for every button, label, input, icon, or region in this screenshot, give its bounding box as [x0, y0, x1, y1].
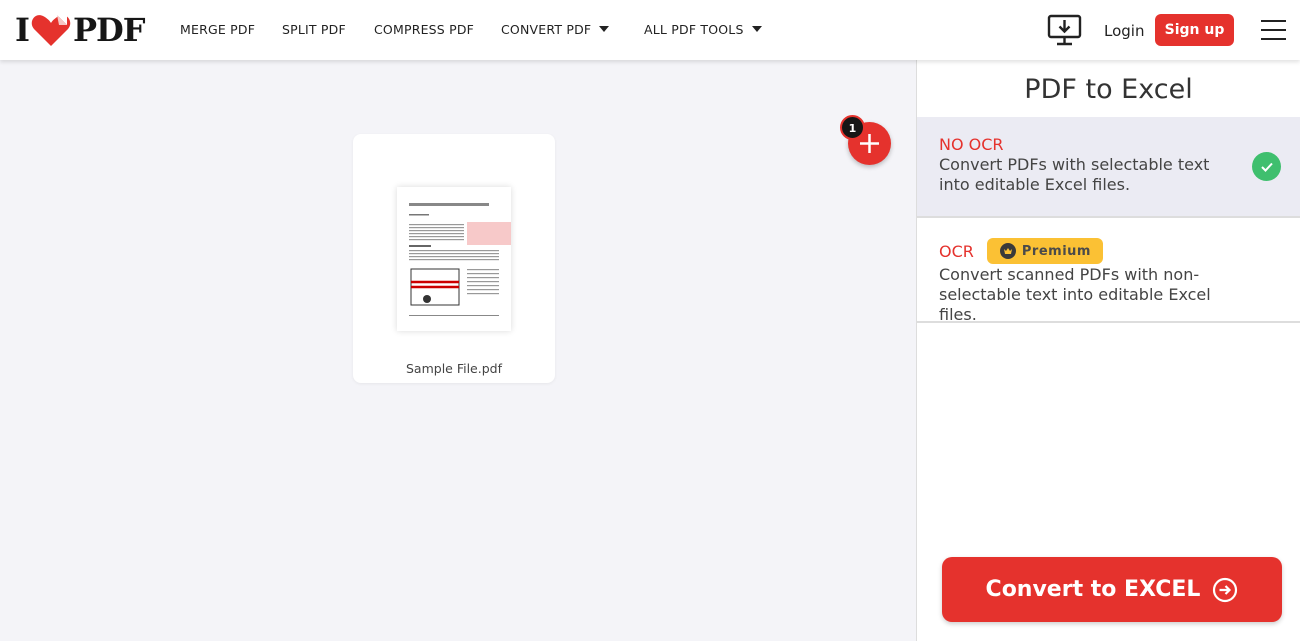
login-link[interactable]: Login [1104, 22, 1144, 40]
tool-title: PDF to Excel [1024, 74, 1193, 105]
logo-text-i: I [15, 11, 30, 49]
nav-label: CONVERT PDF [501, 22, 592, 37]
option-description: Convert scanned PDFs with non-selectable… [939, 265, 1211, 324]
header: I PDF MERGE PDF SPLIT PDF COMPRESS PDF C… [0, 0, 1300, 60]
caret-down-icon [751, 26, 762, 32]
nav-convert-pdf[interactable]: CONVERT PDF [501, 22, 610, 37]
nav-label: SPLIT PDF [282, 22, 346, 37]
convert-label: Convert to EXCEL [985, 577, 1201, 602]
file-count-badge: 1 [840, 115, 865, 140]
nav-split-pdf[interactable]: SPLIT PDF [282, 22, 346, 37]
convert-button[interactable]: Convert to EXCEL [942, 557, 1282, 622]
check-icon [1252, 152, 1281, 181]
heart-logo-icon [31, 15, 71, 46]
nav-compress-pdf[interactable]: COMPRESS PDF [374, 22, 474, 37]
option-description: Convert PDFs with selectable text into e… [939, 155, 1210, 194]
crown-icon [999, 243, 1016, 259]
logo-text-pdf: PDF [72, 11, 146, 49]
option-title: NO OCR [939, 135, 1004, 154]
nav-merge-pdf[interactable]: MERGE PDF [180, 22, 255, 37]
nav-label: COMPRESS PDF [374, 22, 475, 37]
premium-label: Premium [1021, 243, 1091, 259]
options-sidebar: PDF to Excel NO OCR Convert PDFs with se… [916, 60, 1300, 641]
logo[interactable]: I PDF [15, 11, 146, 49]
file-card[interactable]: Sample File.pdf [353, 134, 555, 383]
nav-label: ALL PDF TOOLS [644, 22, 744, 37]
nav-all-pdf-tools[interactable]: ALL PDF TOOLS [644, 22, 762, 37]
nav-label: MERGE PDF [180, 22, 256, 37]
option-no-ocr[interactable]: NO OCR Convert PDFs with selectable text… [917, 117, 1300, 218]
arrow-circle-right-icon [1213, 577, 1238, 602]
hamburger-menu-icon[interactable] [1261, 20, 1286, 47]
option-ocr[interactable]: OCR Premium Convert scanned PDFs with no… [917, 218, 1300, 324]
file-name: Sample File.pdf [405, 361, 502, 376]
premium-badge: Premium [986, 238, 1103, 264]
desktop-download-icon[interactable] [1047, 14, 1082, 50]
option-title: OCR [939, 241, 974, 261]
signup-button[interactable]: Sign up [1155, 14, 1234, 46]
pdf-thumbnail [397, 187, 511, 331]
caret-down-icon [599, 26, 610, 32]
